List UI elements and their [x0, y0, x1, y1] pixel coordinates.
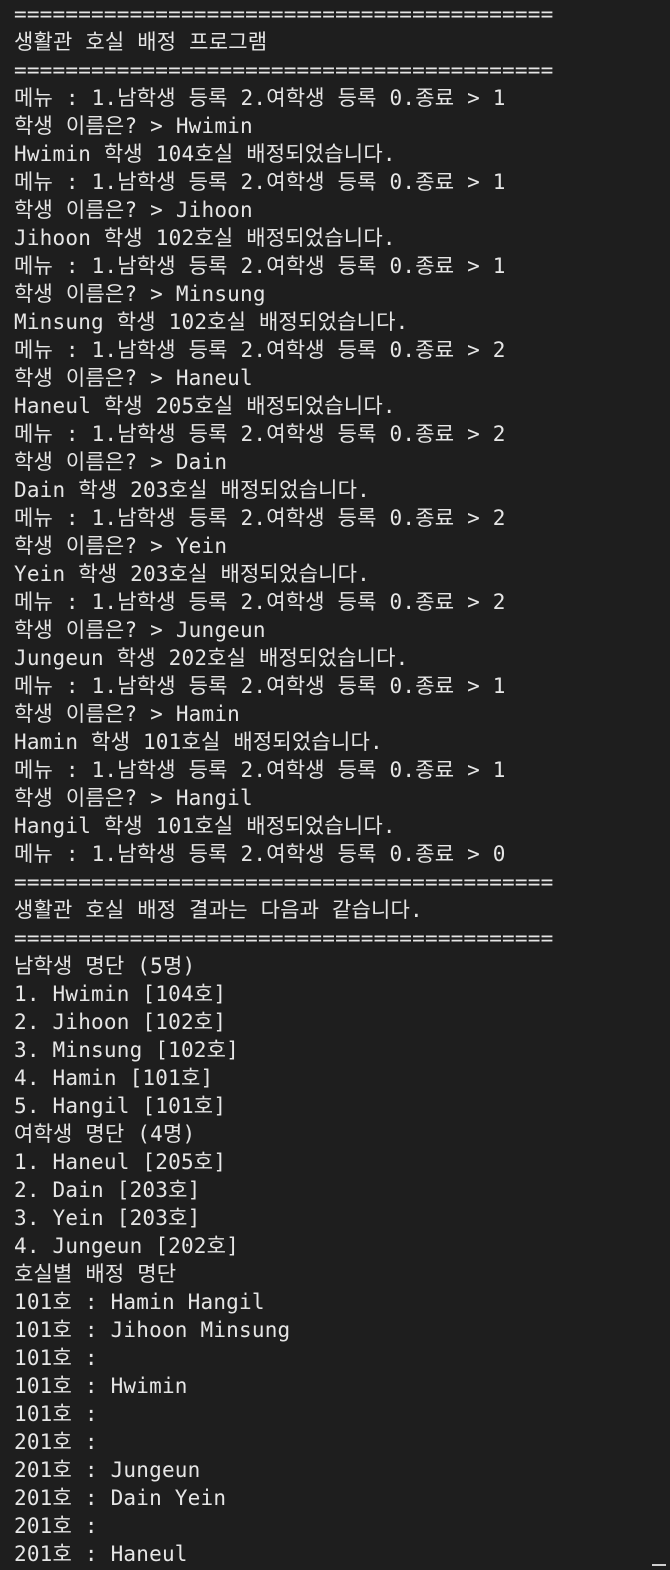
terminal-line: 메뉴 : 1.남학생 등록 2.여학생 등록 0.종료 > 1 [14, 170, 506, 194]
terminal-line: Hwimin 학생 104호실 배정되었습니다. [14, 142, 396, 166]
terminal-line: 2. Jihoon [102호] [14, 1010, 227, 1034]
terminal-line: 201호 : [14, 1430, 98, 1454]
terminal-line: 학생 이름은? > Hangil [14, 786, 253, 810]
terminal-line: 3. Minsung [102호] [14, 1038, 240, 1062]
terminal-line: 학생 이름은? > Yein [14, 534, 228, 558]
terminal-line: 1. Haneul [205호] [14, 1150, 227, 1174]
terminal-line: 생활관 호실 배정 결과는 다음과 같습니다. [14, 898, 423, 922]
terminal-line: 1. Hwimin [104호] [14, 982, 227, 1006]
terminal-line: 메뉴 : 1.남학생 등록 2.여학생 등록 0.종료 > 0 [14, 842, 506, 866]
terminal-line: ========================================… [14, 926, 554, 950]
terminal-line: Yein 학생 203호실 배정되었습니다. [14, 562, 370, 586]
terminal-line: 101호 : Hwimin [14, 1374, 188, 1398]
terminal-output: ========================================… [14, 0, 664, 1568]
terminal-line: ========================================… [14, 2, 554, 26]
terminal-line: ========================================… [14, 870, 554, 894]
terminal-line: 메뉴 : 1.남학생 등록 2.여학생 등록 0.종료 > 2 [14, 338, 506, 362]
terminal-line: 201호 : Jungeun [14, 1458, 201, 1482]
terminal-line: 메뉴 : 1.남학생 등록 2.여학생 등록 0.종료 > 1 [14, 86, 506, 110]
terminal-line: 호실별 배정 명단 [14, 1262, 177, 1286]
terminal-line: 101호 : Hamin Hangil [14, 1290, 265, 1314]
terminal-line: 메뉴 : 1.남학생 등록 2.여학생 등록 0.종료 > 1 [14, 674, 506, 698]
terminal-line: Hamin 학생 101호실 배정되었습니다. [14, 730, 383, 754]
terminal-line: 101호 : [14, 1402, 98, 1426]
terminal-line: 남학생 명단 (5명) [14, 954, 196, 978]
terminal-line: 여학생 명단 (4명) [14, 1122, 196, 1146]
terminal-line: 메뉴 : 1.남학생 등록 2.여학생 등록 0.종료 > 2 [14, 590, 506, 614]
terminal-line: 학생 이름은? > Jihoon [14, 198, 253, 222]
terminal-line: Jihoon 학생 102호실 배정되었습니다. [14, 226, 396, 250]
terminal-line: 4. Jungeun [202호] [14, 1234, 240, 1258]
terminal-line: 메뉴 : 1.남학생 등록 2.여학생 등록 0.종료 > 2 [14, 506, 506, 530]
terminal-line: 생활관 호실 배정 프로그램 [14, 30, 268, 54]
terminal-line: 2. Dain [203호] [14, 1178, 201, 1202]
terminal-line: 학생 이름은? > Minsung [14, 282, 266, 306]
text-cursor [652, 1564, 666, 1566]
terminal-line: 101호 : Jihoon Minsung [14, 1318, 291, 1342]
terminal-line: 학생 이름은? > Dain [14, 450, 228, 474]
terminal-line: Hangil 학생 101호실 배정되었습니다. [14, 814, 396, 838]
terminal-line: 학생 이름은? > Jungeun [14, 618, 266, 642]
terminal-line: Jungeun 학생 202호실 배정되었습니다. [14, 646, 409, 670]
terminal-line: 학생 이름은? > Haneul [14, 366, 253, 390]
terminal-line: Dain 학생 203호실 배정되었습니다. [14, 478, 370, 502]
terminal-line: 학생 이름은? > Hamin [14, 702, 241, 726]
terminal-line: 201호 : [14, 1514, 98, 1538]
terminal-line: ========================================… [14, 58, 554, 82]
terminal-line: Haneul 학생 205호실 배정되었습니다. [14, 394, 396, 418]
terminal-line: 메뉴 : 1.남학생 등록 2.여학생 등록 0.종료 > 1 [14, 758, 506, 782]
terminal-line: 4. Hamin [101호] [14, 1066, 214, 1090]
terminal-line: 메뉴 : 1.남학생 등록 2.여학생 등록 0.종료 > 2 [14, 422, 506, 446]
terminal-line: 5. Hangil [101호] [14, 1094, 227, 1118]
terminal-line: 201호 : Dain Yein [14, 1486, 227, 1510]
terminal-line: 3. Yein [203호] [14, 1206, 201, 1230]
terminal-line: 학생 이름은? > Hwimin [14, 114, 253, 138]
terminal-window[interactable]: ========================================… [0, 0, 670, 1570]
terminal-line: 201호 : Haneul [14, 1542, 188, 1566]
terminal-line: Minsung 학생 102호실 배정되었습니다. [14, 310, 409, 334]
terminal-line: 메뉴 : 1.남학생 등록 2.여학생 등록 0.종료 > 1 [14, 254, 506, 278]
terminal-line: 101호 : [14, 1346, 98, 1370]
